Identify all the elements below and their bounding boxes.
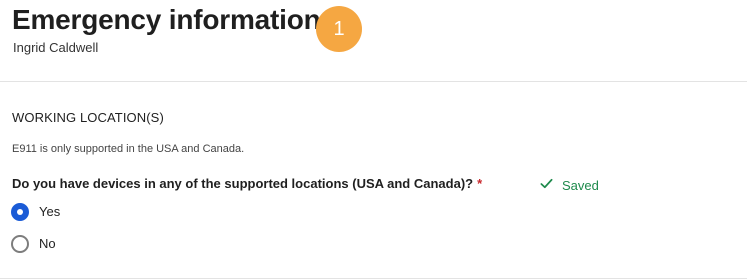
radio-option-no[interactable]: No bbox=[11, 235, 56, 253]
section-divider bbox=[0, 278, 747, 279]
required-marker: * bbox=[477, 176, 483, 191]
page-header: Emergency information Ingrid Caldwell 1 bbox=[0, 0, 747, 82]
question-row: Do you have devices in any of the suppor… bbox=[12, 176, 732, 194]
checkmark-icon bbox=[539, 176, 554, 195]
radio-yes-button[interactable] bbox=[11, 203, 29, 221]
question-label: Do you have devices in any of the suppor… bbox=[12, 176, 482, 192]
step-badge: 1 bbox=[316, 6, 362, 52]
saved-status: Saved bbox=[539, 176, 599, 195]
user-name: Ingrid Caldwell bbox=[13, 40, 99, 55]
section-note: E911 is only supported in the USA and Ca… bbox=[12, 143, 245, 155]
question-text: Do you have devices in any of the suppor… bbox=[12, 176, 474, 191]
radio-yes-label[interactable]: Yes bbox=[39, 204, 60, 220]
radio-option-yes[interactable]: Yes bbox=[11, 203, 60, 221]
saved-status-text: Saved bbox=[562, 177, 599, 193]
section-heading: WORKING LOCATION(S) bbox=[12, 110, 164, 125]
radio-no-button[interactable] bbox=[11, 235, 29, 253]
page-title: Emergency information bbox=[12, 4, 321, 35]
radio-no-label[interactable]: No bbox=[39, 236, 56, 252]
